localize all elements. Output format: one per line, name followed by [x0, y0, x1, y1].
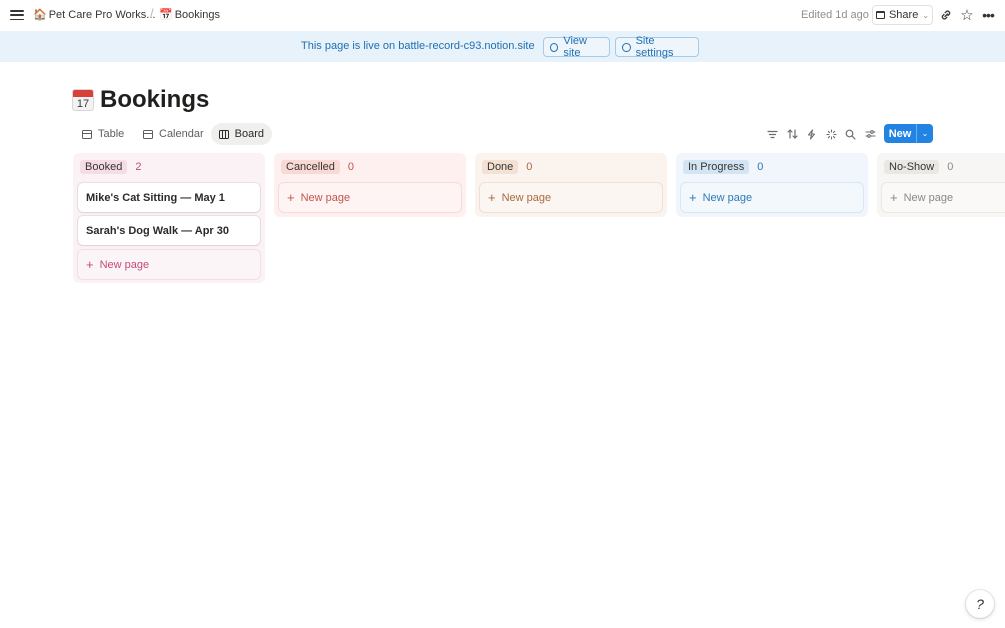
- status-pill: Cancelled: [281, 160, 340, 174]
- column-count: 0: [526, 161, 533, 173]
- new-page-button[interactable]: + New page: [78, 250, 260, 279]
- sparkle-icon[interactable]: [824, 127, 838, 141]
- calendar-emoji-icon: 📅: [159, 9, 173, 21]
- board-column-cancelled: Cancelled 0 + New page: [274, 153, 466, 217]
- column-header[interactable]: Booked 2: [80, 160, 141, 174]
- edited-timestamp: Edited 1d ago: [801, 9, 869, 21]
- plus-icon: +: [689, 190, 697, 205]
- breadcrumb-separator: /: [150, 6, 154, 21]
- view-site-label: View site: [563, 35, 587, 59]
- help-icon[interactable]: ?: [966, 590, 994, 618]
- top-bar: 🏠 Pet Care Pro Works... / 📅 Bookings Edi…: [0, 0, 1005, 31]
- column-header[interactable]: Done 0: [482, 160, 532, 174]
- workspace-name: Pet Care Pro Works...: [48, 8, 156, 21]
- lightning-icon[interactable]: [804, 127, 818, 141]
- column-count: 0: [947, 161, 954, 173]
- view-site-button[interactable]: View site: [543, 35, 610, 59]
- board-column-done: Done 0 + New page: [475, 153, 667, 217]
- house-icon: 🏠: [33, 9, 47, 21]
- globe-icon: [550, 42, 559, 52]
- new-page-label: New page: [702, 191, 753, 204]
- share-icon: [875, 11, 885, 19]
- status-pill: In Progress: [683, 160, 750, 174]
- plus-icon: +: [86, 257, 94, 272]
- calendar-page-icon[interactable]: 17: [72, 89, 94, 111]
- tab-board-label: Board: [234, 128, 264, 140]
- board-icon: [219, 129, 229, 139]
- page-title[interactable]: 17 Bookings: [72, 86, 209, 114]
- new-page-label: New page: [903, 191, 954, 204]
- board-column-booked: Booked 2 Mike's Cat Sitting — May 1 Sara…: [73, 153, 265, 283]
- board-column-no-show: No-Show 0 + New page: [877, 153, 1005, 217]
- new-page-button[interactable]: + New page: [480, 183, 662, 212]
- plus-icon: +: [890, 190, 898, 205]
- plus-icon: +: [488, 190, 496, 205]
- calendar-icon: [143, 129, 153, 139]
- link-icon[interactable]: [937, 6, 955, 24]
- new-page-button[interactable]: + New page: [681, 183, 863, 212]
- board-card[interactable]: Sarah's Dog Walk — Apr 30: [78, 216, 260, 245]
- star-icon[interactable]: ☆: [958, 6, 976, 24]
- plus-icon: +: [287, 190, 295, 205]
- page-name: Bookings: [174, 8, 220, 21]
- column-count: 2: [135, 161, 142, 173]
- column-count: 0: [757, 161, 764, 173]
- share-label: Share: [888, 9, 919, 21]
- site-settings-label: Site settings: [635, 35, 674, 59]
- breadcrumb-workspace[interactable]: 🏠 Pet Care Pro Works...: [33, 8, 156, 22]
- search-icon[interactable]: [843, 127, 857, 141]
- tab-calendar[interactable]: Calendar: [135, 123, 212, 145]
- new-page-button[interactable]: + New page: [279, 183, 461, 212]
- new-page-label: New page: [501, 191, 552, 204]
- new-button-label: New: [888, 127, 912, 140]
- table-icon: [82, 129, 92, 139]
- site-settings-button[interactable]: Site settings: [615, 35, 699, 59]
- settings-sliders-icon[interactable]: [863, 127, 877, 141]
- tab-table[interactable]: Table: [74, 123, 132, 145]
- published-banner: This page is live on battle-record-c93.n…: [0, 31, 1005, 62]
- tab-table-label: Table: [98, 128, 125, 140]
- page-title-text[interactable]: Bookings: [100, 86, 209, 114]
- status-pill: Booked: [80, 160, 128, 174]
- chevron-down-icon[interactable]: ⌄: [917, 129, 933, 138]
- new-page-label: New page: [300, 191, 351, 204]
- gear-icon: [622, 42, 631, 52]
- column-header[interactable]: No-Show 0: [884, 160, 953, 174]
- share-button[interactable]: Share ⌄: [872, 5, 933, 25]
- board-card[interactable]: Mike's Cat Sitting — May 1: [78, 183, 260, 212]
- banner-text: This page is live on battle-record-c93.n…: [301, 40, 535, 52]
- tab-calendar-label: Calendar: [159, 128, 204, 140]
- sort-icon[interactable]: [785, 127, 799, 141]
- status-pill: Done: [482, 160, 519, 174]
- new-page-button[interactable]: + New page: [882, 183, 1005, 212]
- chevron-down-icon: ⌄: [922, 10, 930, 20]
- column-count: 0: [347, 161, 355, 173]
- column-header[interactable]: Cancelled 0: [281, 160, 354, 174]
- new-button[interactable]: New ⌄: [884, 124, 933, 143]
- breadcrumb-page[interactable]: 📅 Bookings: [159, 8, 220, 22]
- filter-icon[interactable]: [765, 127, 779, 141]
- hamburger-icon[interactable]: [10, 8, 24, 22]
- new-page-label: New page: [99, 258, 150, 271]
- more-icon[interactable]: •••: [979, 6, 997, 24]
- status-pill: No-Show: [884, 160, 940, 174]
- tab-board[interactable]: Board: [211, 123, 272, 145]
- board-column-in-progress: In Progress 0 + New page: [676, 153, 868, 217]
- column-header[interactable]: In Progress 0: [683, 160, 763, 174]
